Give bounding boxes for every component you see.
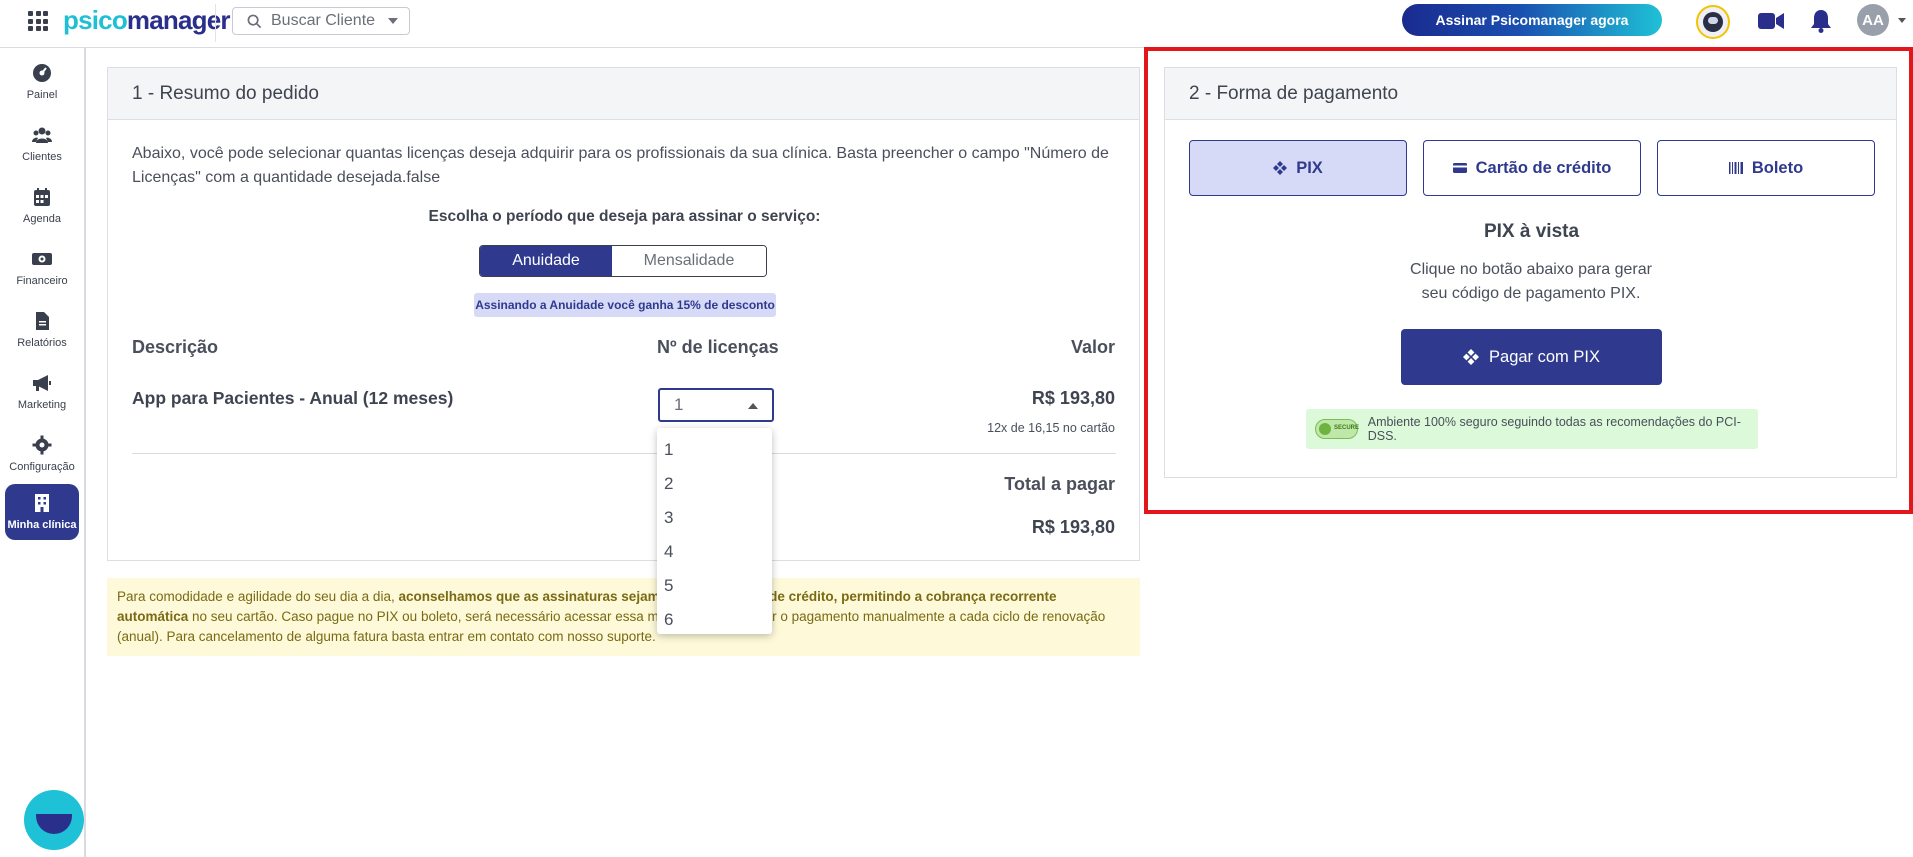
- license-option[interactable]: 5: [657, 569, 772, 603]
- video-camera-icon[interactable]: [1758, 12, 1784, 30]
- license-count-dropdown: 1 2 3 4 5 6: [657, 428, 772, 634]
- search-placeholder: Buscar Cliente: [271, 12, 376, 29]
- license-option[interactable]: 1: [657, 433, 772, 467]
- license-count-select[interactable]: 1: [658, 388, 774, 422]
- period-title: Escolha o período que deseja para assina…: [428, 208, 821, 225]
- sidebar-item-painel[interactable]: Painel: [5, 54, 79, 110]
- sidebar-item-label: Minha clínica: [7, 519, 77, 531]
- avatar[interactable]: AA: [1857, 4, 1889, 36]
- order-summary-title: 1 - Resumo do pedido: [108, 68, 1139, 120]
- sidebar-item-financeiro[interactable]: Financeiro: [5, 240, 79, 296]
- total-label: Total a pagar: [1004, 474, 1115, 494]
- users-icon: [32, 127, 52, 143]
- period-option-anuidade[interactable]: Anuidade: [480, 246, 612, 276]
- chevron-down-icon: [388, 18, 399, 24]
- money-icon: [32, 253, 52, 265]
- astronaut-icon[interactable]: [1696, 5, 1730, 39]
- sidebar-item-minha-clinica[interactable]: Minha clínica: [5, 484, 79, 540]
- product-name: App para Pacientes - Anual (12 meses): [132, 388, 454, 408]
- search-icon: [247, 14, 262, 28]
- installments-text: 12x de 16,15 no cartão: [987, 421, 1115, 435]
- license-count-value: 1: [674, 395, 684, 414]
- column-header-licenses: Nº de licenças: [657, 337, 779, 357]
- megaphone-icon: [33, 375, 51, 391]
- sidebar-item-label: Financeiro: [16, 275, 68, 287]
- building-icon: [35, 494, 49, 512]
- sidebar-item-configuracao[interactable]: Configuração: [5, 426, 79, 482]
- calendar-icon: [34, 188, 50, 206]
- notice-text-end: no seu cartão. Caso pague no PIX ou bole…: [117, 609, 1106, 644]
- license-option[interactable]: 2: [657, 467, 772, 501]
- notice-text-start: Para comodidade e agilidade do seu dia a…: [117, 589, 399, 604]
- logo[interactable]: psicomanager: [63, 4, 231, 36]
- subscribe-button[interactable]: Assinar Psicomanager agora: [1402, 4, 1662, 36]
- sidebar-item-agenda[interactable]: Agenda: [5, 178, 79, 234]
- sidebar-item-label: Clientes: [22, 151, 62, 163]
- payment-notice: Para comodidade e agilidade do seu dia a…: [107, 578, 1140, 656]
- apps-grid-icon[interactable]: [28, 11, 48, 31]
- period-option-mensalidade[interactable]: Mensalidade: [612, 246, 766, 276]
- license-option[interactable]: 6: [657, 603, 772, 637]
- order-intro-text: Abaixo, você pode selecionar quantas lic…: [132, 145, 1109, 186]
- sidebar-item-label: Painel: [26, 89, 58, 101]
- chevron-up-icon: [748, 403, 758, 409]
- bell-icon[interactable]: [1810, 9, 1832, 33]
- period-toggle: Anuidade Mensalidade: [479, 245, 767, 277]
- order-summary-card: 1 - Resumo do pedido Abaixo, você pode s…: [107, 67, 1140, 561]
- column-header-description: Descrição: [132, 337, 219, 357]
- divider: [132, 453, 1116, 454]
- gear-icon: [32, 435, 52, 455]
- chevron-down-icon[interactable]: [1898, 18, 1906, 23]
- report-icon: [36, 312, 49, 330]
- sidebar-item-label: Marketing: [17, 399, 67, 411]
- sidebar-item-label: Relatórios: [17, 337, 67, 349]
- license-option[interactable]: 3: [657, 501, 772, 535]
- sidebar-item-marketing[interactable]: Marketing: [5, 364, 79, 420]
- product-price: R$ 193,80: [1031, 388, 1115, 408]
- dashboard-icon: [33, 64, 51, 82]
- chat-support-icon[interactable]: [24, 790, 84, 850]
- sidebar: Painel Clientes Agenda Financeiro Relató…: [0, 48, 86, 857]
- sidebar-item-label: Agenda: [23, 213, 61, 225]
- sidebar-item-relatorios[interactable]: Relatórios: [5, 302, 79, 358]
- column-header-value: Valor: [1070, 337, 1115, 357]
- top-bar: psicomanager Buscar Cliente Assinar Psic…: [0, 0, 1913, 48]
- license-option[interactable]: 4: [657, 535, 772, 569]
- sidebar-item-clientes[interactable]: Clientes: [5, 116, 79, 172]
- search-client-select[interactable]: Buscar Cliente: [232, 7, 410, 35]
- total-value: R$ 193,80: [1031, 517, 1115, 537]
- highlight-box: [1144, 47, 1913, 514]
- sidebar-item-label: Configuração: [9, 461, 75, 473]
- header-divider: [215, 4, 216, 42]
- discount-badge: Assinando a Anuidade você ganha 15% de d…: [474, 293, 776, 317]
